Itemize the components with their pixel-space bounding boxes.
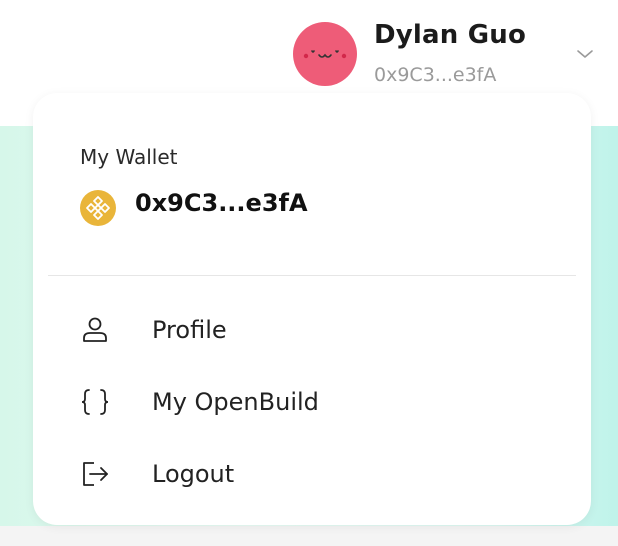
wallet-address-row[interactable]: 0x9C3...e3fA — [79, 187, 479, 227]
braces-icon — [80, 387, 110, 417]
bnb-coin-icon — [79, 189, 117, 227]
menu-item-my-openbuild[interactable]: My OpenBuild — [33, 372, 591, 432]
menu-divider — [48, 275, 576, 276]
menu-item-profile[interactable]: Profile — [33, 300, 591, 360]
menu-item-logout[interactable]: Logout — [33, 444, 591, 504]
chevron-down-icon[interactable] — [576, 46, 594, 60]
menu-label-logout: Logout — [152, 460, 235, 488]
logout-icon — [80, 459, 110, 489]
user-icon — [80, 315, 110, 345]
avatar[interactable] — [293, 22, 357, 86]
page-background-footer — [0, 526, 618, 546]
wallet-label: My Wallet — [80, 145, 178, 169]
user-menu-trigger[interactable]: Dylan Guo 0x9C3...e3fA — [292, 18, 602, 90]
user-name: Dylan Guo — [374, 20, 527, 50]
menu-label-profile: Profile — [152, 316, 227, 344]
avatar-face-icon — [303, 50, 347, 59]
user-dropdown-menu: My Wallet 0x9C3...e3fA Profile My OpenBu… — [33, 93, 591, 525]
menu-label-my-openbuild: My OpenBuild — [152, 388, 319, 416]
user-address: 0x9C3...e3fA — [374, 64, 497, 86]
wallet-address: 0x9C3...e3fA — [135, 189, 308, 217]
